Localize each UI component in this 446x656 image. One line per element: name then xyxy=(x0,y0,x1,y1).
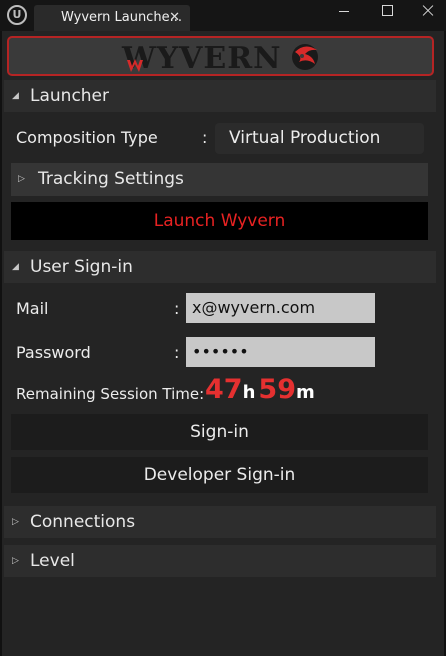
composition-type-dropdown[interactable]: Virtual Production xyxy=(215,123,424,154)
unreal-logo-icon: U xyxy=(7,5,27,25)
minimize-icon[interactable] xyxy=(334,2,354,20)
expanded-arrow-icon: ◢ xyxy=(12,91,19,101)
tab-wyvern-launcher[interactable]: Wyvern Launche... ✕ xyxy=(34,5,190,31)
section-level-header[interactable]: ▷ Level xyxy=(4,545,436,577)
section-launcher-header[interactable]: ◢ Launcher xyxy=(4,80,436,112)
remaining-session-time-label: Remaining Session Time: xyxy=(16,385,205,403)
title-bar: U Wyvern Launche... ✕ xyxy=(0,0,446,31)
tab-title: Wyvern Launche... xyxy=(61,10,182,25)
section-user-signin-header[interactable]: ◢ User Sign-in xyxy=(4,251,436,283)
launcher-panel: WYVERN ◢ Launcher Composition Type : Vir… xyxy=(0,31,446,656)
section-level-label: Level xyxy=(30,551,75,571)
tracking-settings-label: Tracking Settings xyxy=(38,169,184,189)
close-window-icon[interactable] xyxy=(418,2,438,20)
composition-type-label: Composition Type xyxy=(16,128,158,147)
timer-minutes: 59 xyxy=(258,374,296,405)
timer-hours: 47 xyxy=(205,374,243,405)
wyvern-banner: WYVERN xyxy=(7,36,434,76)
tab-close-icon[interactable]: ✕ xyxy=(169,5,180,31)
composition-colon: : xyxy=(202,128,208,147)
collapsed-arrow-icon: ▷ xyxy=(12,517,19,527)
dragon-emblem-icon xyxy=(292,44,318,70)
password-input[interactable]: •••••• xyxy=(186,337,375,367)
password-label: Password xyxy=(16,343,91,362)
timer-hours-unit: h xyxy=(242,382,256,403)
tracking-settings-expander[interactable]: ▷ Tracking Settings xyxy=(11,163,428,196)
maximize-icon[interactable] xyxy=(377,2,397,20)
section-connections-header[interactable]: ▷ Connections xyxy=(4,506,436,538)
collapsed-arrow-icon: ▷ xyxy=(12,556,19,566)
section-connections-label: Connections xyxy=(30,512,136,532)
wyvern-logo: WYVERN xyxy=(121,41,318,74)
launch-wyvern-button[interactable]: Launch Wyvern xyxy=(11,202,428,240)
developer-signin-button[interactable]: Developer Sign-in xyxy=(11,457,428,493)
wyvern-logo-text: WYVERN xyxy=(121,41,282,74)
mail-label: Mail xyxy=(16,299,49,318)
timer-minutes-unit: m xyxy=(295,382,315,403)
signin-button[interactable]: Sign-in xyxy=(11,414,428,450)
section-user-signin-label: User Sign-in xyxy=(30,257,133,277)
expanded-arrow-icon: ◢ xyxy=(12,262,19,272)
collapsed-arrow-icon: ▷ xyxy=(18,174,25,184)
section-launcher-label: Launcher xyxy=(30,86,110,106)
session-timer: 47h 59m xyxy=(205,374,318,405)
composition-type-value: Virtual Production xyxy=(229,128,381,148)
mail-input[interactable]: x@wyvern.com xyxy=(186,293,375,323)
password-colon: : xyxy=(174,343,180,362)
mail-colon: : xyxy=(174,299,180,318)
